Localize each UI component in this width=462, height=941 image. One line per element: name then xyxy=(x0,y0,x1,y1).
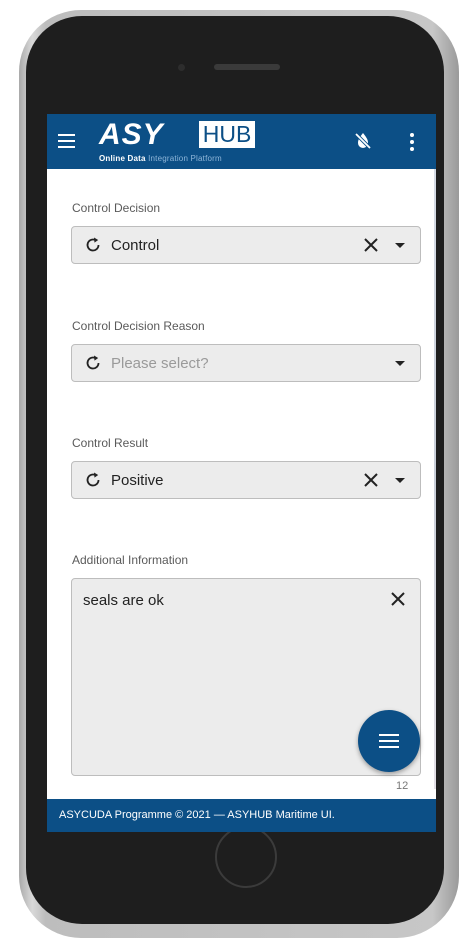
sync-disabled-icon[interactable] xyxy=(353,131,373,151)
phone-camera xyxy=(178,64,185,71)
clear-icon[interactable] xyxy=(363,237,379,253)
control-decision-reason-label: Control Decision Reason xyxy=(72,319,205,333)
refresh-icon xyxy=(86,472,100,487)
asyhub-logo: ASY HUB Online Data Integration Platform xyxy=(99,118,257,165)
control-decision-value: Control xyxy=(111,237,160,254)
logo-hub-text: HUB xyxy=(199,121,255,148)
menu-icon xyxy=(379,734,399,748)
dropdown-arrow-icon[interactable] xyxy=(395,243,405,248)
footer: ASYCUDA Programme © 2021 — ASYHUB Mariti… xyxy=(47,799,436,832)
phone-speaker xyxy=(214,64,280,70)
app-bar: ASY HUB Online Data Integration Platform xyxy=(47,114,436,169)
additional-information-label: Additional Information xyxy=(72,553,189,567)
control-result-value: Positive xyxy=(111,472,164,489)
clear-icon[interactable] xyxy=(390,591,406,607)
clear-icon[interactable] xyxy=(363,472,379,488)
footer-text: ASYCUDA Programme © 2021 — ASYHUB Mariti… xyxy=(59,809,335,821)
dropdown-arrow-icon[interactable] xyxy=(395,361,405,366)
control-decision-select[interactable]: Control xyxy=(71,226,421,264)
control-result-label: Control Result xyxy=(72,436,149,450)
more-vertical-icon[interactable] xyxy=(409,133,415,151)
fab-menu-button[interactable] xyxy=(358,710,420,772)
character-counter: 12 xyxy=(396,780,409,792)
background-image-edge xyxy=(434,169,436,789)
additional-information-value: seals are ok xyxy=(83,592,164,609)
hamburger-menu-icon[interactable] xyxy=(58,134,75,148)
refresh-icon xyxy=(86,355,100,370)
refresh-icon xyxy=(86,237,100,252)
control-decision-reason-placeholder: Please select? xyxy=(111,355,209,372)
phone-home-button[interactable] xyxy=(215,826,277,888)
control-decision-label: Control Decision xyxy=(72,201,161,215)
logo-subtitle: Online Data Integration Platform xyxy=(99,154,222,163)
logo-asy-text: ASY xyxy=(99,118,164,151)
control-result-select[interactable]: Positive xyxy=(71,461,421,499)
app-screen: ASY HUB Online Data Integration Platform… xyxy=(47,114,436,832)
dropdown-arrow-icon[interactable] xyxy=(395,478,405,483)
control-decision-reason-select[interactable]: Please select? xyxy=(71,344,421,382)
